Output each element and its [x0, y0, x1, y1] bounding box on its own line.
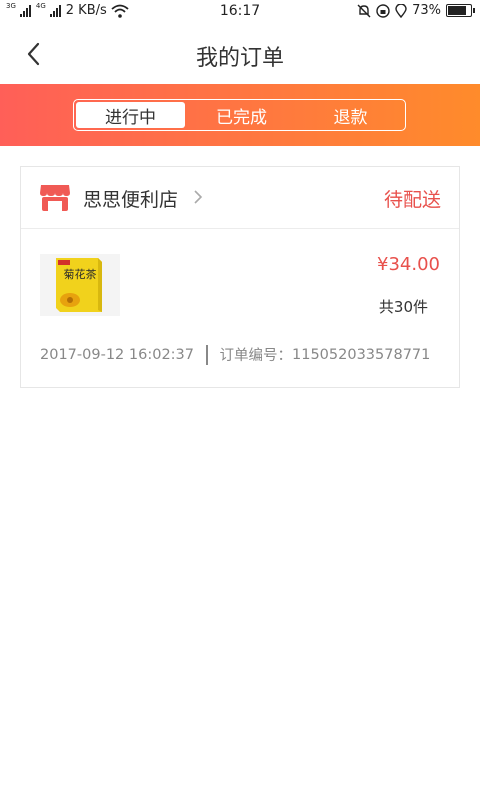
location-icon	[395, 3, 407, 18]
order-price: ¥34.00	[377, 254, 440, 275]
tab-completed[interactable]: 已完成	[187, 100, 296, 130]
order-number: 115052033578771	[292, 346, 431, 363]
order-quantity: 共30件	[378, 298, 428, 316]
battery-icon	[446, 4, 475, 17]
tab-refund[interactable]: 退款	[296, 100, 405, 130]
store-icon	[40, 185, 70, 211]
meta-divider	[206, 344, 208, 365]
product-label: 菊花茶	[64, 268, 97, 281]
page-title: 我的订单	[195, 46, 284, 71]
status-bar: 3G 4G 2 KB/s 16:17 73%	[0, 0, 480, 24]
mute-icon	[357, 4, 371, 17]
order-date: 2017-09-12 16:02:37	[40, 346, 194, 363]
battery-percent: 73%	[412, 3, 441, 18]
chevron-right-icon	[194, 190, 203, 204]
tab-in-progress[interactable]: 进行中	[76, 102, 185, 128]
tab-band: 进行中 已完成 退款	[0, 84, 480, 146]
product-image: 菊花茶	[40, 254, 120, 316]
battery-level	[448, 6, 466, 15]
nav-bar: 我的订单	[0, 24, 480, 84]
rotation-lock-icon	[376, 3, 390, 18]
order-card-header: 思思便利店 待配送	[21, 167, 459, 229]
store-name[interactable]: 思思便利店	[83, 185, 178, 212]
order-number-label: 订单编号：	[219, 348, 293, 364]
order-meta: 2017-09-12 16:02:37 订单编号： 11505203357877…	[40, 344, 450, 365]
order-status: 待配送	[383, 189, 441, 211]
status-right: 73%	[357, 3, 475, 18]
order-tabs: 进行中 已完成 退款	[73, 99, 406, 131]
